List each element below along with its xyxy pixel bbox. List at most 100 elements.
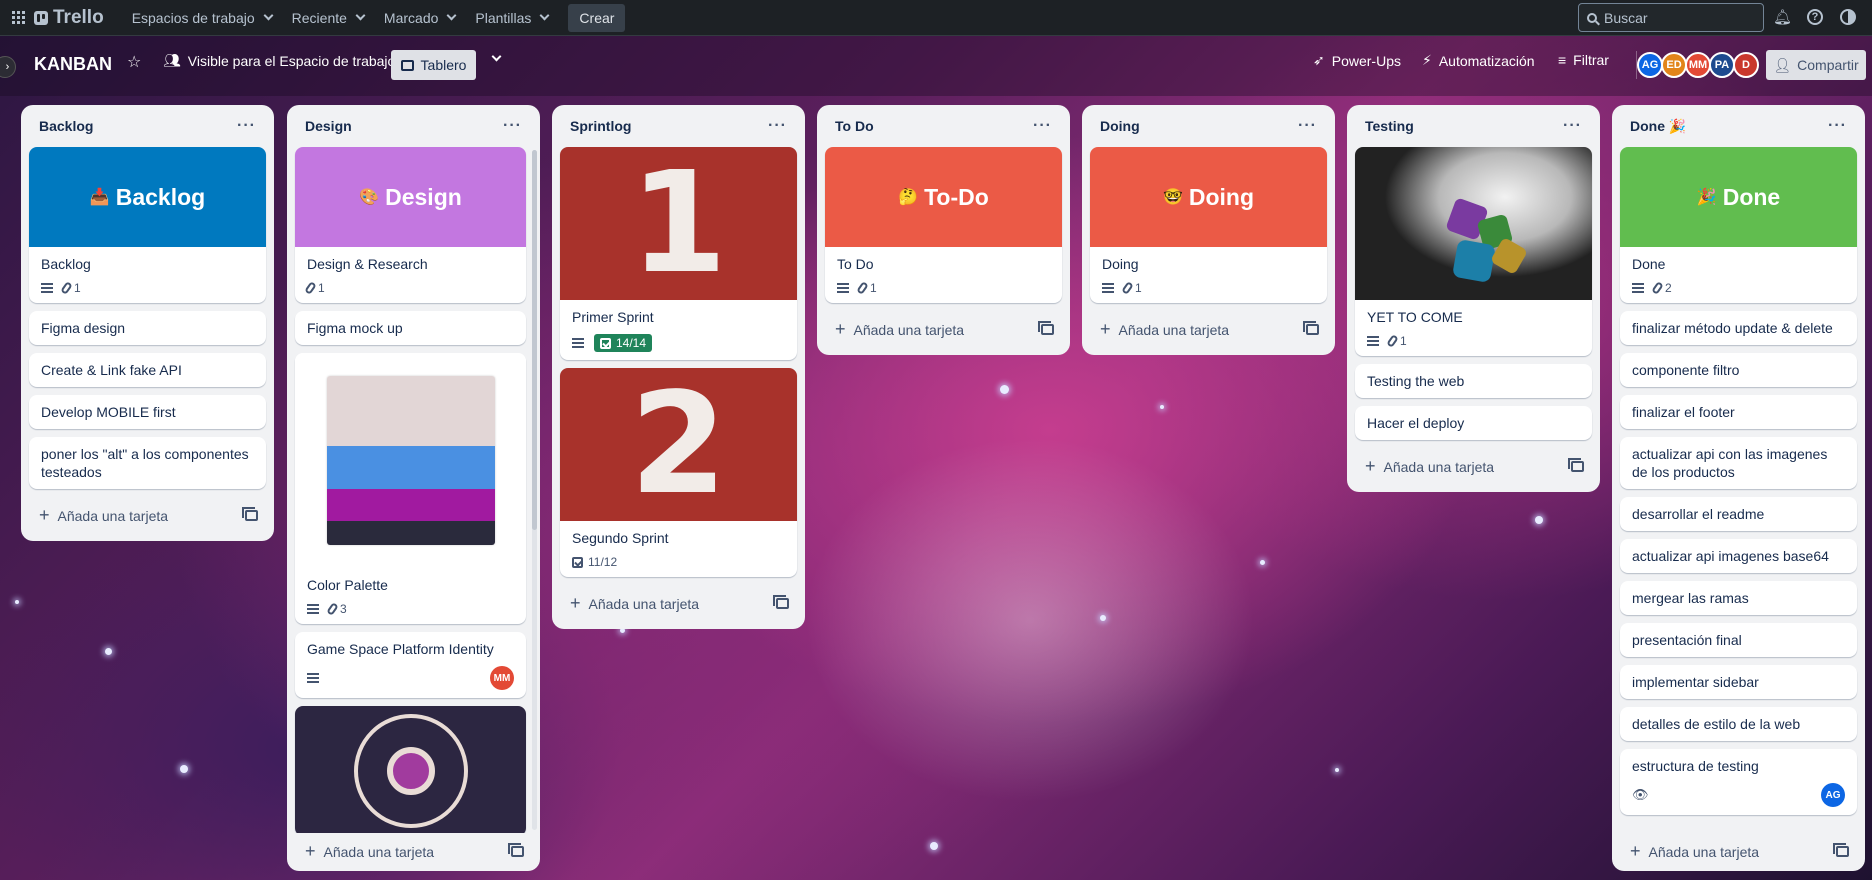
cover-label: To-Do [924, 183, 989, 210]
view-board-button[interactable]: Tablero [391, 50, 476, 80]
avatar[interactable]: D [1733, 52, 1759, 78]
share-button[interactable]: 👤︎ Compartir [1766, 50, 1866, 80]
description-icon [307, 604, 319, 614]
card-backlog[interactable]: 📥 Backlog Backlog 1 [29, 147, 266, 303]
menu-templates[interactable]: Plantillas [465, 4, 558, 32]
list-title[interactable]: Doing [1100, 118, 1140, 134]
expand-sidebar-button[interactable]: › [0, 56, 16, 78]
card[interactable]: finalizar método update & delete [1620, 311, 1857, 345]
more-icon[interactable]: ··· [1563, 117, 1582, 135]
trello-logo[interactable]: Trello [34, 7, 104, 29]
add-card-button[interactable]: + Añada una tarjeta [825, 311, 1062, 347]
card[interactable]: poner los "alt" a los componentes testea… [29, 437, 266, 489]
card[interactable]: Hacer el deploy [1355, 406, 1592, 440]
view-switcher-chevron[interactable] [489, 51, 502, 62]
apps-grid-icon[interactable] [12, 10, 26, 25]
list-title[interactable]: Sprintlog [570, 118, 631, 134]
list-title[interactable]: Testing [1365, 118, 1414, 134]
more-icon[interactable]: ··· [1033, 117, 1052, 135]
list-title[interactable]: Design [305, 118, 352, 134]
card[interactable]: finalizar el footer [1620, 395, 1857, 429]
automation-button[interactable]: ⚡︎ Automatización [1422, 52, 1535, 69]
board-title[interactable]: KANBAN [34, 54, 112, 75]
avatar[interactable]: ED [1661, 52, 1687, 78]
menu-starred[interactable]: Marcado [374, 4, 465, 32]
card-done[interactable]: 🎉 Done Done 2 [1620, 147, 1857, 303]
card-game-space-logo[interactable] [295, 706, 526, 836]
notifications-icon[interactable]: 🔔︎ [1773, 9, 1792, 26]
template-icon[interactable] [773, 594, 789, 609]
card-todo[interactable]: 🤔 To-Do To Do 1 [825, 147, 1062, 303]
star [180, 765, 188, 773]
template-icon[interactable] [1038, 320, 1054, 335]
avatar[interactable]: AG [1821, 783, 1845, 807]
card[interactable]: Figma design [29, 311, 266, 345]
theme-icon[interactable] [1840, 9, 1856, 25]
card[interactable]: actualizar api con las imagenes de los p… [1620, 437, 1857, 489]
powerups-label: Power-Ups [1331, 52, 1401, 69]
card-yet-to-come[interactable]: YET TO COME 1 [1355, 147, 1592, 356]
more-icon[interactable]: ··· [768, 117, 787, 135]
template-icon[interactable] [1568, 457, 1584, 472]
card[interactable]: Develop MOBILE first [29, 395, 266, 429]
cover-emoji: 🤔 [898, 189, 919, 206]
avatar[interactable]: MM [1685, 52, 1711, 78]
add-card-button[interactable]: + Añada una tarjeta [560, 585, 797, 621]
card[interactable]: Create & Link fake API [29, 353, 266, 387]
card-sprint-1[interactable]: 1 Primer Sprint 14/14 [560, 147, 797, 360]
card-color-palette[interactable]: Color Palette 3 [295, 353, 526, 624]
add-card-button[interactable]: + Añada una tarjeta [1620, 833, 1857, 869]
card-title: YET TO COME [1367, 309, 1463, 325]
chevron-down-icon [263, 10, 274, 21]
add-card-button[interactable]: + Añada una tarjeta [1355, 448, 1592, 484]
card-doing[interactable]: 🤓 Doing Doing 1 [1090, 147, 1327, 303]
template-icon[interactable] [508, 842, 524, 857]
scrollbar[interactable] [532, 150, 537, 530]
star-icon[interactable]: ☆ [127, 52, 141, 72]
avatar[interactable]: PA [1709, 52, 1735, 78]
card[interactable]: componente filtro [1620, 353, 1857, 387]
template-icon[interactable] [1303, 320, 1319, 335]
template-icon[interactable] [1833, 842, 1849, 857]
card-testing-structure[interactable]: estructura de testing 👁︎ AG [1620, 749, 1857, 815]
more-icon[interactable]: ··· [1828, 117, 1847, 135]
menu-workspaces[interactable]: Espacios de trabajo [122, 4, 282, 32]
card[interactable]: detalles de estilo de la web [1620, 707, 1857, 741]
help-icon[interactable]: ? [1807, 9, 1823, 25]
visibility-button[interactable]: 👥︎ Visible para el Espacio de trabajo [163, 52, 395, 69]
more-icon[interactable]: ··· [503, 117, 522, 135]
list-title[interactable]: Backlog [39, 118, 93, 134]
search-input[interactable]: Buscar [1578, 3, 1764, 32]
add-card-button[interactable]: + Añada una tarjeta [29, 497, 266, 533]
add-card-button[interactable]: + Añada una tarjeta [295, 833, 532, 869]
star [930, 842, 938, 850]
avatar[interactable]: AG [1637, 52, 1663, 78]
more-icon[interactable]: ··· [237, 117, 256, 135]
menu-recent[interactable]: Reciente [282, 4, 374, 32]
card-cover: 🎨 Design [295, 147, 526, 247]
card[interactable]: desarrollar el readme [1620, 497, 1857, 531]
list-title[interactable]: Done 🎉 [1630, 118, 1686, 135]
avatar[interactable]: MM [490, 666, 514, 690]
card[interactable]: Testing the web [1355, 364, 1592, 398]
card-title: Testing the web [1367, 373, 1465, 389]
card[interactable]: mergear las ramas [1620, 581, 1857, 615]
list-title-text: Done [1630, 117, 1665, 134]
card-identity[interactable]: Game Space Platform Identity MM [295, 632, 526, 698]
add-person-icon: 👤︎ [1773, 56, 1792, 73]
card-title: Doing [1102, 256, 1139, 272]
powerups-button[interactable]: ➶ Power-Ups [1313, 52, 1401, 69]
add-card-label: Añada una tarjeta [1648, 843, 1760, 860]
card-design[interactable]: 🎨 Design Design & Research 1 [295, 147, 526, 303]
card[interactable]: actualizar api imagenes base64 [1620, 539, 1857, 573]
card-sprint-2[interactable]: 2 Segundo Sprint 11/12 [560, 368, 797, 577]
card[interactable]: presentación final [1620, 623, 1857, 657]
card[interactable]: implementar sidebar [1620, 665, 1857, 699]
add-card-button[interactable]: + Añada una tarjeta [1090, 311, 1327, 347]
create-button[interactable]: Crear [568, 3, 626, 32]
card[interactable]: Figma mock up [295, 311, 526, 345]
list-title[interactable]: To Do [835, 118, 874, 134]
more-icon[interactable]: ··· [1298, 117, 1317, 135]
template-icon[interactable] [242, 506, 258, 521]
filter-button[interactable]: ≡ Filtrar [1558, 52, 1609, 68]
